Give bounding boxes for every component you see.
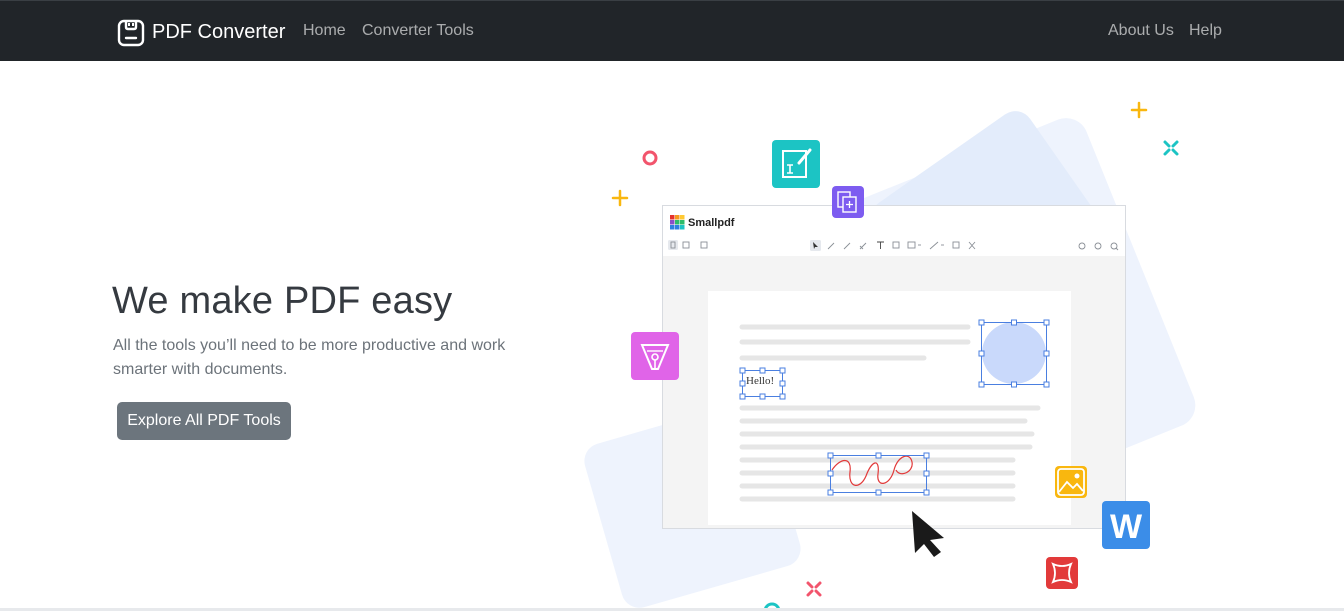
plus-amber-left [611,189,629,207]
selected-text-box: Hello! [739,367,786,400]
selected-circle-shape [978,319,1050,388]
nav-link-home[interactable]: Home [303,22,346,40]
navbar: PDF Converter Home Converter Tools About… [0,0,1344,61]
nav-link-about-us[interactable]: About Us [1108,22,1174,40]
pen-nib-icon [631,332,679,380]
cursor-icon [912,511,944,557]
crop-icon [1046,557,1078,589]
image-icon [1055,466,1087,498]
brand[interactable]: PDF Converter [116,16,285,48]
plus-amber-right [1130,101,1148,119]
add-page-icon [832,186,864,218]
toolbar-left [668,240,708,250]
editor-window: Smallpdf Hello! [662,205,1126,529]
toolbar-center [810,240,976,251]
cross-teal [1163,140,1179,156]
word-icon: W [1102,501,1150,549]
word-letter: W [1110,508,1143,546]
explore-tools-button[interactable]: Explore All PDF Tools [117,402,291,440]
clipboard-icon [117,19,145,47]
hero-title: We make PDF easy [112,280,453,322]
smallpdf-logo-icon [670,215,685,230]
background-card-right [834,118,1196,512]
ring-pink [642,150,658,166]
document-text-lines [739,324,1041,502]
background-card-left [584,401,801,608]
app-name: Smallpdf [688,217,735,229]
edit-text-icon [772,140,820,188]
nav-link-help[interactable]: Help [1189,22,1222,40]
hello-text: Hello! [746,375,774,387]
selected-signature [827,452,930,496]
toolbar-right [1078,242,1119,251]
cross-pink [806,581,822,597]
hero-subtitle: All the tools you’ll need to be more pro… [113,337,506,378]
brand-name: PDF Converter [152,20,286,43]
background-card-top [871,111,1099,329]
nav-link-converter-tools[interactable]: Converter Tools [362,22,474,40]
